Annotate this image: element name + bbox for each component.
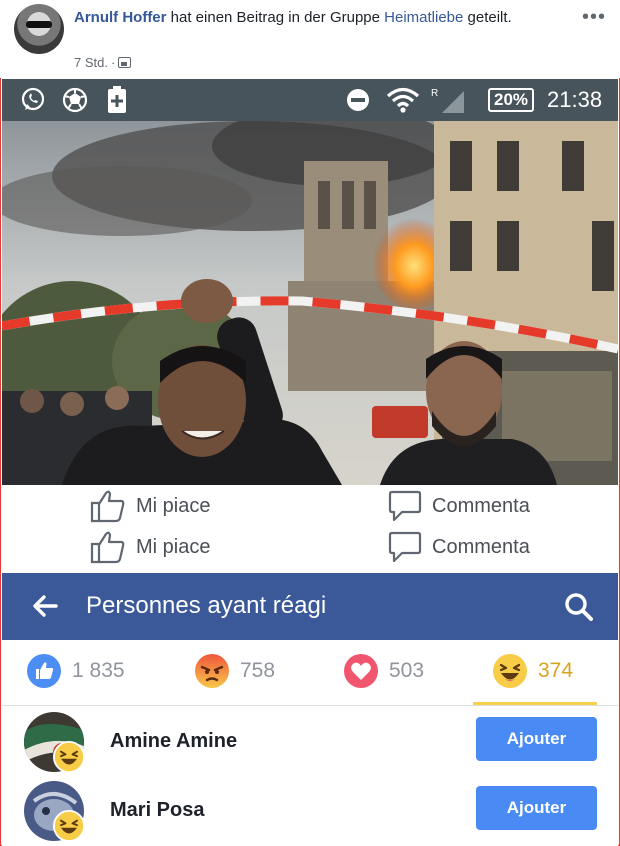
comment-label: Commenta [432, 535, 530, 558]
comment-bubble-icon [388, 490, 422, 522]
post-header: Arnulf Hoffer hat einen Beitrag in der G… [0, 0, 620, 78]
comment-action-button[interactable]: Commenta [388, 527, 530, 567]
tower-window [318, 181, 330, 229]
bystander-head [20, 389, 44, 413]
tower-window [364, 181, 376, 229]
avatar-glasses [26, 21, 52, 28]
post-action-suffix: geteilt. [463, 9, 512, 26]
add-friend-button[interactable]: Ajouter [476, 786, 597, 830]
active-tab-indicator [473, 702, 597, 705]
reactions-header: Personnes ayant réagi [2, 573, 618, 640]
thumbs-up-icon [90, 531, 125, 564]
post-meta: 7 Std. · [74, 55, 132, 70]
bystander-head [105, 386, 129, 410]
post-headline: Arnulf Hoffer hat einen Beitrag in der G… [74, 7, 574, 28]
tab-haha[interactable]: 374 [492, 640, 573, 702]
person-name[interactable]: Mari Posa [110, 799, 204, 822]
comment-label: Commenta [432, 494, 530, 517]
post-timestamp[interactable]: 7 Std. [74, 55, 108, 70]
building-window [450, 221, 472, 271]
love-reaction-icon [344, 654, 378, 688]
reactions-title: Personnes ayant réagi [86, 592, 327, 619]
building-window [592, 221, 614, 291]
more-dots-icon[interactable]: ••• [582, 6, 606, 29]
haha-reaction-icon [53, 741, 85, 773]
post-actions-row: Mi piace Commenta [0, 527, 620, 567]
like-label: Mi piace [136, 535, 211, 558]
whatsapp-icon [20, 87, 46, 113]
group-audience-icon [118, 57, 132, 68]
like-label: Mi piace [136, 494, 211, 517]
search-icon[interactable] [564, 592, 594, 622]
comment-action-button[interactable]: Commenta [388, 486, 530, 526]
angry-count: 758 [240, 659, 276, 682]
roaming-signal-icon: R [430, 87, 466, 113]
ball-icon [62, 87, 88, 113]
love-count: 503 [389, 659, 425, 682]
like-action-button[interactable]: Mi piace [90, 486, 210, 526]
status-time: 21:38 [547, 87, 603, 112]
angry-reaction-icon [195, 654, 229, 688]
post-photo[interactable] [2, 121, 618, 485]
post-action-text: hat einen Beitrag in der Gruppe [166, 9, 385, 26]
haha-reaction-icon [53, 810, 85, 842]
add-friend-button[interactable]: Ajouter [476, 717, 597, 761]
post-actions-row: Mi piace Commenta [0, 486, 620, 526]
roaming-mark: R [431, 88, 438, 99]
building-window [450, 141, 472, 191]
reaction-list-item[interactable]: Mari Posa Ajouter [2, 776, 618, 846]
tower-window [342, 181, 354, 229]
building-window [497, 141, 519, 191]
like-reaction-icon [27, 654, 61, 688]
author-name-link[interactable]: Arnulf Hoffer [74, 9, 167, 26]
battery-percentage: 20% [488, 88, 535, 112]
bystander-head [60, 392, 84, 416]
wifi-icon [386, 87, 420, 113]
group-name-link[interactable]: Heimatliebe [384, 9, 463, 26]
battery-saver-icon [106, 86, 128, 113]
meta-separator: · [110, 55, 116, 70]
like-action-button[interactable]: Mi piace [90, 527, 210, 567]
reaction-tabs: 1 835 758 503 374 [2, 640, 618, 706]
man-left-hand [181, 279, 233, 323]
tab-angry[interactable]: 758 [194, 640, 275, 702]
phone-status-bar: R 20% 21:38 [2, 79, 618, 121]
haha-reaction-icon [493, 654, 527, 688]
reaction-list-item[interactable]: Amine Amine Ajouter [2, 707, 618, 777]
tab-love[interactable]: 503 [343, 640, 424, 702]
back-arrow-icon[interactable] [32, 593, 58, 619]
smoke-cloud [2, 166, 252, 236]
person-name[interactable]: Amine Amine [110, 730, 237, 753]
building-window [562, 141, 584, 191]
building-window [497, 221, 519, 271]
thumbs-up-icon [90, 490, 125, 523]
do-not-disturb-icon [345, 87, 371, 113]
haha-count: 374 [538, 659, 574, 682]
red-car [372, 406, 428, 438]
like-count: 1 835 [72, 659, 125, 682]
author-avatar[interactable] [14, 4, 64, 54]
tab-like[interactable]: 1 835 [26, 640, 125, 702]
comment-bubble-icon [388, 531, 422, 563]
